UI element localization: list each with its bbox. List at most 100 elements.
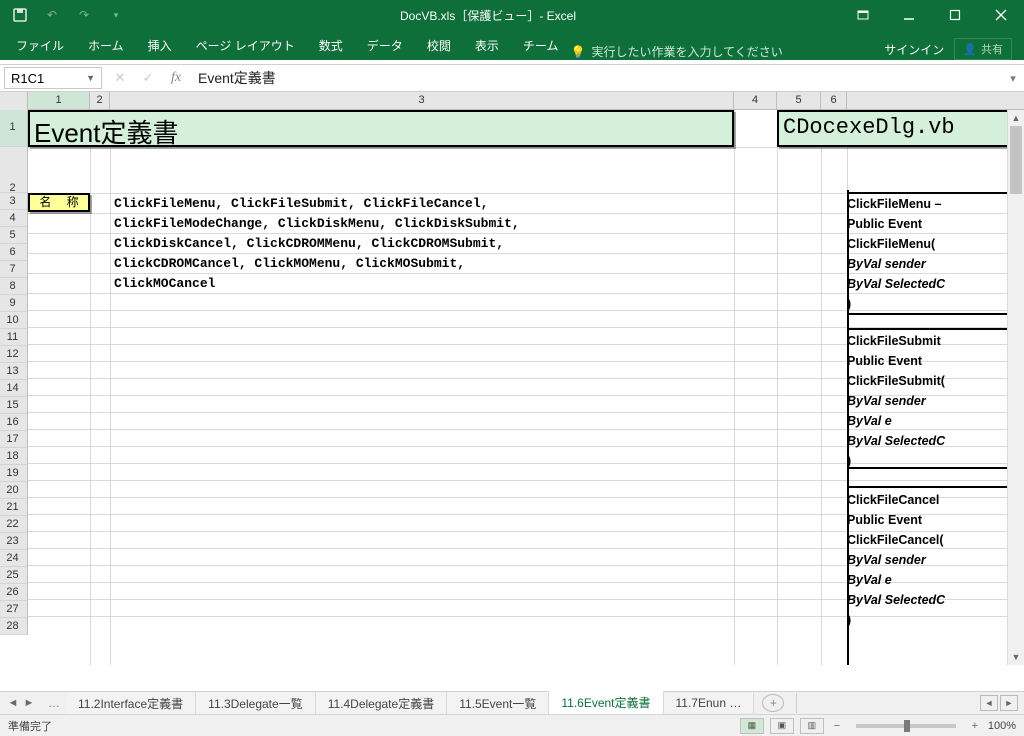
row-header[interactable]: 28 xyxy=(0,618,27,635)
row-header[interactable]: 24 xyxy=(0,550,27,567)
cell-text[interactable]: ) xyxy=(847,294,945,314)
formula-expand-icon[interactable]: ▾ xyxy=(1002,72,1024,85)
row-header[interactable]: 16 xyxy=(0,414,27,431)
col-header[interactable]: 5 xyxy=(777,92,821,109)
cell-filename[interactable]: CDocexeDlg.vb xyxy=(777,110,1024,147)
cell-label-name[interactable]: 名 称 xyxy=(28,193,90,212)
row-header[interactable]: 22 xyxy=(0,516,27,533)
row-header[interactable]: 27 xyxy=(0,601,27,618)
save-icon[interactable] xyxy=(6,3,34,27)
cell-text[interactable]: ByVal e xyxy=(847,570,945,590)
minimize-button[interactable] xyxy=(886,0,932,30)
hscroll-right-icon[interactable]: ► xyxy=(1000,695,1018,711)
row-header[interactable]: 26 xyxy=(0,584,27,601)
row-header[interactable]: 15 xyxy=(0,397,27,414)
tell-me[interactable]: 💡 実行したい作業を入力してください xyxy=(570,43,782,60)
cell-text[interactable]: ClickFileCancel( xyxy=(847,530,945,550)
cell-text[interactable]: ClickCDROMCancel, ClickMOMenu, ClickMOSu… xyxy=(114,254,465,274)
close-button[interactable] xyxy=(978,0,1024,30)
sheet-tab[interactable]: 11.2Interface定義書 xyxy=(66,692,196,715)
cell-text[interactable]: ClickFileMenu( xyxy=(847,234,945,254)
vertical-scrollbar[interactable]: ▲ ▼ xyxy=(1007,110,1024,665)
formula-input[interactable]: Event定義書 xyxy=(190,68,1002,88)
row-header[interactable]: 18 xyxy=(0,448,27,465)
tab-file[interactable]: ファイル xyxy=(4,31,76,60)
signin-link[interactable]: サインイン xyxy=(884,41,944,58)
row-header[interactable]: 21 xyxy=(0,499,27,516)
tab-formulas[interactable]: 数式 xyxy=(307,31,355,60)
sheet-tab-active[interactable]: 11.6Event定義書 xyxy=(549,691,663,716)
cell-text[interactable]: ClickMOCancel xyxy=(114,274,215,294)
row-header[interactable]: 7 xyxy=(0,261,27,278)
cell-text[interactable]: Public Event xyxy=(847,351,945,371)
cell-text[interactable]: ClickDiskCancel, ClickCDROMMenu, ClickCD… xyxy=(114,234,504,254)
cell-text[interactable]: ByVal e xyxy=(847,411,945,431)
view-pagebreak-icon[interactable]: ▥ xyxy=(800,718,824,734)
scroll-up-icon[interactable]: ▲ xyxy=(1008,110,1024,126)
zoom-knob[interactable] xyxy=(904,720,910,732)
col-header[interactable]: 3 xyxy=(110,92,734,109)
row-header[interactable]: 17 xyxy=(0,431,27,448)
row-header[interactable]: 20 xyxy=(0,482,27,499)
cell-text[interactable]: ByVal SelectedC xyxy=(847,590,945,610)
row-header[interactable]: 25 xyxy=(0,567,27,584)
enter-formula-icon[interactable]: ✓ xyxy=(134,67,162,89)
row-header[interactable]: 4 xyxy=(0,210,27,227)
col-header[interactable]: 6 xyxy=(821,92,847,109)
sheet-tab[interactable]: 11.3Delegate一覧 xyxy=(196,692,316,715)
row-header[interactable]: 2 xyxy=(0,147,27,193)
sheet-tab[interactable]: 11.4Delegate定義書 xyxy=(316,692,448,715)
name-box[interactable]: R1C1 ▼ xyxy=(4,67,102,89)
row-header[interactable]: 6 xyxy=(0,244,27,261)
row-header[interactable]: 3 xyxy=(0,193,27,210)
add-sheet-button[interactable]: + xyxy=(762,694,784,712)
cell-text[interactable]: ClickFileSubmit xyxy=(847,331,945,351)
tab-pagelayout[interactable]: ページ レイアウト xyxy=(184,31,307,60)
sheet-overflow-icon[interactable]: … xyxy=(42,696,66,710)
sheet-tab[interactable]: 11.5Event一覧 xyxy=(447,692,549,715)
zoom-out-button[interactable]: − xyxy=(830,720,844,732)
cell-text[interactable]: ClickFileMenu – xyxy=(847,194,945,214)
zoom-slider[interactable] xyxy=(856,724,956,728)
row-header[interactable]: 10 xyxy=(0,312,27,329)
tab-team[interactable]: チーム xyxy=(511,31,571,60)
row-header[interactable]: 11 xyxy=(0,329,27,346)
cell-text[interactable]: Public Event xyxy=(847,214,945,234)
tab-view[interactable]: 表示 xyxy=(463,31,511,60)
tab-insert[interactable]: 挿入 xyxy=(136,31,184,60)
cell-text[interactable]: ByVal sender xyxy=(847,391,945,411)
view-pagelayout-icon[interactable]: ▣ xyxy=(770,718,794,734)
cell-title[interactable]: Event定義書 xyxy=(28,110,734,147)
scroll-down-icon[interactable]: ▼ xyxy=(1008,649,1024,665)
cell-text[interactable]: Public Event xyxy=(847,510,945,530)
sheet-nav-prev-icon[interactable]: ► xyxy=(22,697,36,709)
cell-text[interactable]: ) xyxy=(847,451,945,471)
chevron-down-icon[interactable]: ▼ xyxy=(86,73,95,83)
cell-text[interactable]: ClickFileCancel xyxy=(847,490,945,510)
tab-review[interactable]: 校閲 xyxy=(415,31,463,60)
ribbon-options-icon[interactable] xyxy=(840,0,886,30)
cell-text[interactable]: ClickFileMenu, ClickFileSubmit, ClickFil… xyxy=(114,194,488,214)
row-header[interactable]: 8 xyxy=(0,278,27,295)
sheet-tab[interactable]: 11.7Enun … xyxy=(664,693,755,713)
cell-text[interactable]: ByVal SelectedC xyxy=(847,274,945,294)
fx-icon[interactable]: fx xyxy=(162,67,190,89)
zoom-level[interactable]: 100% xyxy=(988,720,1016,732)
row-header[interactable]: 9 xyxy=(0,295,27,312)
cell-text[interactable]: ClickFileSubmit( xyxy=(847,371,945,391)
row-header[interactable]: 13 xyxy=(0,363,27,380)
sheet-nav-first-icon[interactable]: ◄ xyxy=(6,697,20,709)
col-header[interactable]: 4 xyxy=(734,92,777,109)
splitter[interactable] xyxy=(796,693,802,713)
cancel-formula-icon[interactable]: ✕ xyxy=(106,67,134,89)
cell-text[interactable]: ClickFileModeChange, ClickDiskMenu, Clic… xyxy=(114,214,520,234)
row-header[interactable]: 1 xyxy=(0,110,27,147)
zoom-in-button[interactable]: + xyxy=(968,720,982,732)
maximize-button[interactable] xyxy=(932,0,978,30)
view-normal-icon[interactable]: ▦ xyxy=(740,718,764,734)
redo-icon[interactable]: ↷ xyxy=(70,3,98,27)
tab-home[interactable]: ホーム xyxy=(76,31,136,60)
spreadsheet-grid[interactable]: Event定義書 CDocexeDlg.vb 名 称 ClickFileMenu… xyxy=(28,110,1024,665)
cell-text[interactable]: ) xyxy=(847,610,945,630)
undo-icon[interactable]: ↶ xyxy=(38,3,66,27)
